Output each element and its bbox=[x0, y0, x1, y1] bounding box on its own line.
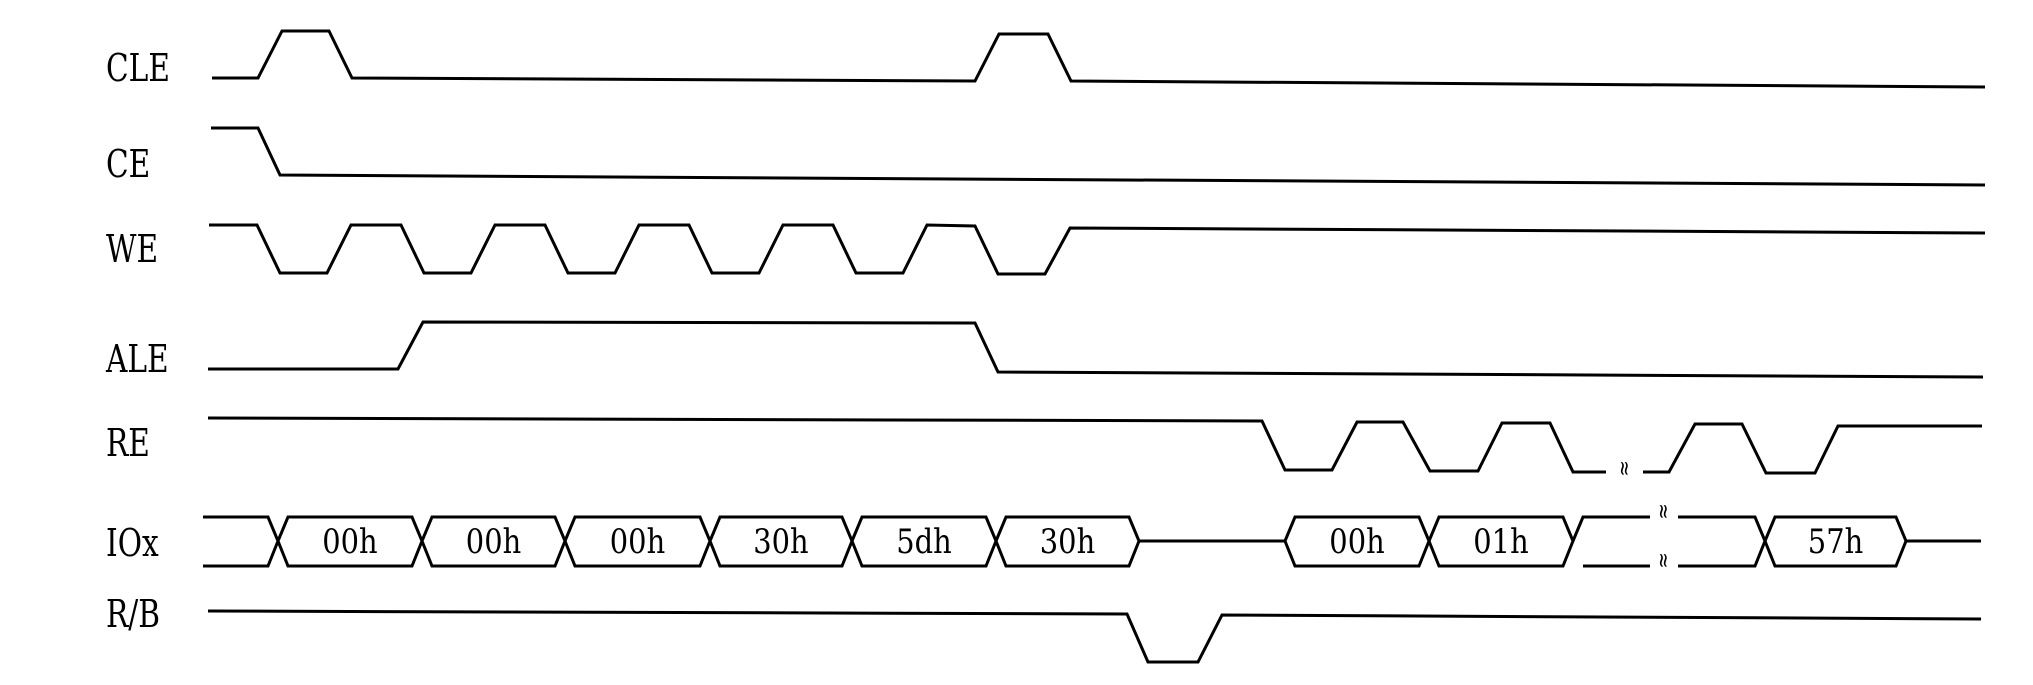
iox-bus: 00h 00h 00h 30h 5dh 30h 00h 01h ≈ ≈ 57h bbox=[203, 503, 1981, 569]
timing-diagram: CLE CE WE ALE RE IOx R/B ≈ 00h 00h 00h 30h 5… bbox=[105, 29, 1986, 664]
wave-rb bbox=[207, 609, 1982, 664]
bus-value: 00h bbox=[466, 523, 521, 562]
label-ce: CE bbox=[106, 142, 150, 187]
label-we: WE bbox=[106, 227, 158, 272]
wave-ale bbox=[208, 320, 1984, 379]
wave-cle bbox=[212, 29, 1986, 89]
bus-idle-start bbox=[203, 515, 280, 568]
label-iox: IOx bbox=[106, 521, 159, 566]
bus-value: 5dh bbox=[896, 523, 951, 562]
label-ale: ALE bbox=[105, 337, 169, 382]
label-cle: CLE bbox=[106, 46, 170, 91]
re-break-marker: ≈ bbox=[1613, 460, 1637, 477]
bus-value: 57h bbox=[1808, 523, 1863, 562]
bus-value: 00h bbox=[1329, 523, 1384, 562]
bus-value: 01h bbox=[1473, 523, 1528, 562]
break-icon: ≈ bbox=[1613, 460, 1637, 477]
bus-value: 00h bbox=[610, 523, 665, 562]
bus-value: 00h bbox=[322, 523, 377, 562]
break-icon: ≈ bbox=[1652, 503, 1676, 520]
wave-ce bbox=[211, 126, 1986, 187]
bus-value: 30h bbox=[753, 523, 808, 562]
bus-value: 30h bbox=[1040, 523, 1095, 562]
signal-labels: CLE CE WE ALE RE IOx R/B bbox=[105, 46, 170, 637]
wave-re-cont bbox=[1643, 422, 1982, 475]
label-rb: R/B bbox=[106, 592, 160, 637]
break-icon: ≈ bbox=[1652, 552, 1676, 569]
wave-re bbox=[207, 416, 1606, 474]
label-re: RE bbox=[106, 421, 150, 466]
wave-we bbox=[209, 223, 1986, 276]
